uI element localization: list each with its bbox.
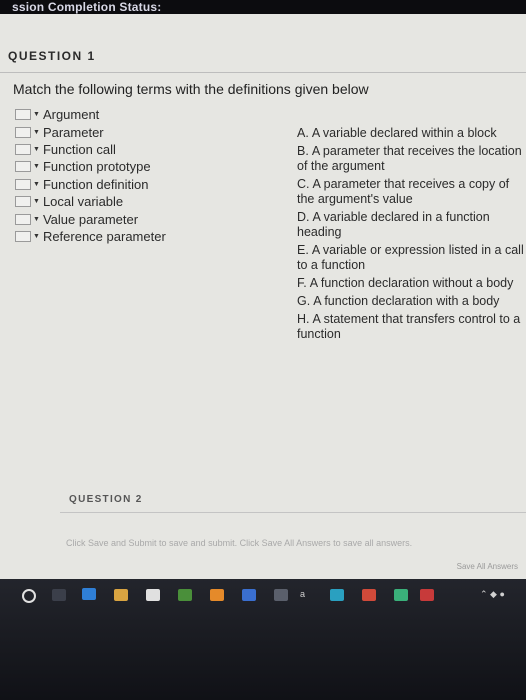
chevron-down-icon[interactable]: ▼ xyxy=(33,129,40,136)
term-answer-select[interactable] xyxy=(15,196,31,208)
chevron-down-icon[interactable]: ▼ xyxy=(33,146,40,153)
definition-letter: E. xyxy=(297,243,309,257)
task-view-icon[interactable] xyxy=(52,589,66,601)
term-answer-select[interactable] xyxy=(15,161,31,173)
word-icon[interactable] xyxy=(242,589,256,601)
term-answer-select[interactable] xyxy=(15,178,31,190)
app-a-icon[interactable]: a xyxy=(300,589,305,599)
definition-letter: H. xyxy=(297,312,310,326)
definition-letter: D. xyxy=(297,210,310,224)
save-all-answers-button[interactable]: Save All Answers xyxy=(457,562,518,571)
definition-item: G. A function declaration with a body xyxy=(297,294,526,309)
app-icon[interactable] xyxy=(210,589,224,601)
term-row: ▼ Value parameter xyxy=(15,210,166,227)
chevron-down-icon[interactable]: ▼ xyxy=(33,111,40,118)
app-icon[interactable] xyxy=(274,589,288,601)
definition-item: A. A variable declared within a block xyxy=(297,126,526,141)
term-label: Reference parameter xyxy=(42,228,166,244)
term-row: ▼ Function prototype xyxy=(15,158,166,175)
definition-text: A function declaration with a body xyxy=(313,294,500,308)
definition-item: F. A function declaration without a body xyxy=(297,276,526,291)
term-label: Function prototype xyxy=(42,159,151,175)
definition-item: C. A parameter that receives a copy of th… xyxy=(297,177,526,207)
definition-item: B. A parameter that receives the location… xyxy=(297,144,526,174)
term-label: Argument xyxy=(42,107,100,123)
chevron-down-icon[interactable]: ▼ xyxy=(33,233,40,240)
completion-status-label: ssion Completion Status: xyxy=(12,0,162,14)
term-answer-select[interactable] xyxy=(15,143,31,155)
definition-letter: A. xyxy=(297,126,309,140)
term-answer-select[interactable] xyxy=(15,213,31,225)
definitions-list: A. A variable declared within a block B. A… xyxy=(297,126,526,345)
term-answer-select[interactable] xyxy=(15,109,31,121)
terms-list: ▼ Argument ▼ Parameter ▼ Function call ▼… xyxy=(15,106,166,245)
term-label: Value parameter xyxy=(42,211,139,227)
term-row: ▼ Parameter xyxy=(15,123,166,140)
app-icon[interactable] xyxy=(362,589,376,601)
term-label: Function definition xyxy=(42,176,149,192)
file-explorer-icon[interactable] xyxy=(114,589,128,601)
term-row: ▼ Reference parameter xyxy=(15,228,166,245)
term-answer-select[interactable] xyxy=(15,230,31,242)
term-label: Local variable xyxy=(42,194,124,210)
chevron-down-icon[interactable]: ▼ xyxy=(33,181,40,188)
chevron-down-icon[interactable]: ▼ xyxy=(33,163,40,170)
definition-text: A function declaration without a body xyxy=(309,276,514,290)
top-bar: ssion Completion Status: xyxy=(0,0,526,14)
definition-text: A variable declared within a block xyxy=(311,126,497,140)
store-icon[interactable] xyxy=(146,589,160,601)
definition-text: A variable declared in a function headin… xyxy=(297,210,490,239)
assessment-panel: QUESTION 1 Match the following terms wit… xyxy=(0,14,526,579)
definition-text: A parameter that receives the location o… xyxy=(297,144,522,173)
chevron-down-icon[interactable]: ▼ xyxy=(33,216,40,223)
edge-browser-icon[interactable] xyxy=(82,588,96,600)
definition-item: D. A variable declared in a function head… xyxy=(297,210,526,240)
app-icon[interactable] xyxy=(394,589,408,601)
term-answer-select[interactable] xyxy=(15,126,31,138)
definition-letter: B. xyxy=(297,144,309,158)
app-icon[interactable] xyxy=(330,589,344,601)
term-row: ▼ Function definition xyxy=(15,176,166,193)
system-tray-icon[interactable]: ⌃ ◆ ● xyxy=(480,589,505,600)
definition-letter: F. xyxy=(297,276,307,290)
save-instructions: Click Save and Submit to save and submit… xyxy=(66,538,413,548)
app-icon[interactable] xyxy=(178,589,192,601)
chevron-down-icon[interactable]: ▼ xyxy=(33,198,40,205)
definition-letter: C. xyxy=(297,177,310,191)
definition-text: A variable or expression listed in a cal… xyxy=(297,243,524,272)
term-row: ▼ Local variable xyxy=(15,193,166,210)
definition-letter: G. xyxy=(297,294,311,308)
definition-text: A parameter that receives a copy of the … xyxy=(297,177,510,206)
question-2-divider xyxy=(60,512,526,513)
taskbar: a ⌃ ◆ ● xyxy=(0,579,526,700)
definition-item: H. A statement that transfers control to … xyxy=(297,312,526,342)
app-icon[interactable] xyxy=(420,589,434,601)
term-label: Function call xyxy=(42,141,116,157)
definition-text: A statement that transfers control to a … xyxy=(297,312,521,341)
term-label: Parameter xyxy=(42,124,104,140)
start-icon[interactable] xyxy=(22,589,36,603)
term-row: ▼ Argument xyxy=(15,106,166,123)
question-2-header: QUESTION 2 xyxy=(69,494,143,505)
term-row: ▼ Function call xyxy=(15,141,166,158)
question-divider xyxy=(0,72,526,73)
question-instructions: Match the following terms with the defin… xyxy=(13,81,369,97)
question-1-header: QUESTION 1 xyxy=(8,49,96,63)
definition-item: E. A variable or expression listed in a c… xyxy=(297,243,526,273)
